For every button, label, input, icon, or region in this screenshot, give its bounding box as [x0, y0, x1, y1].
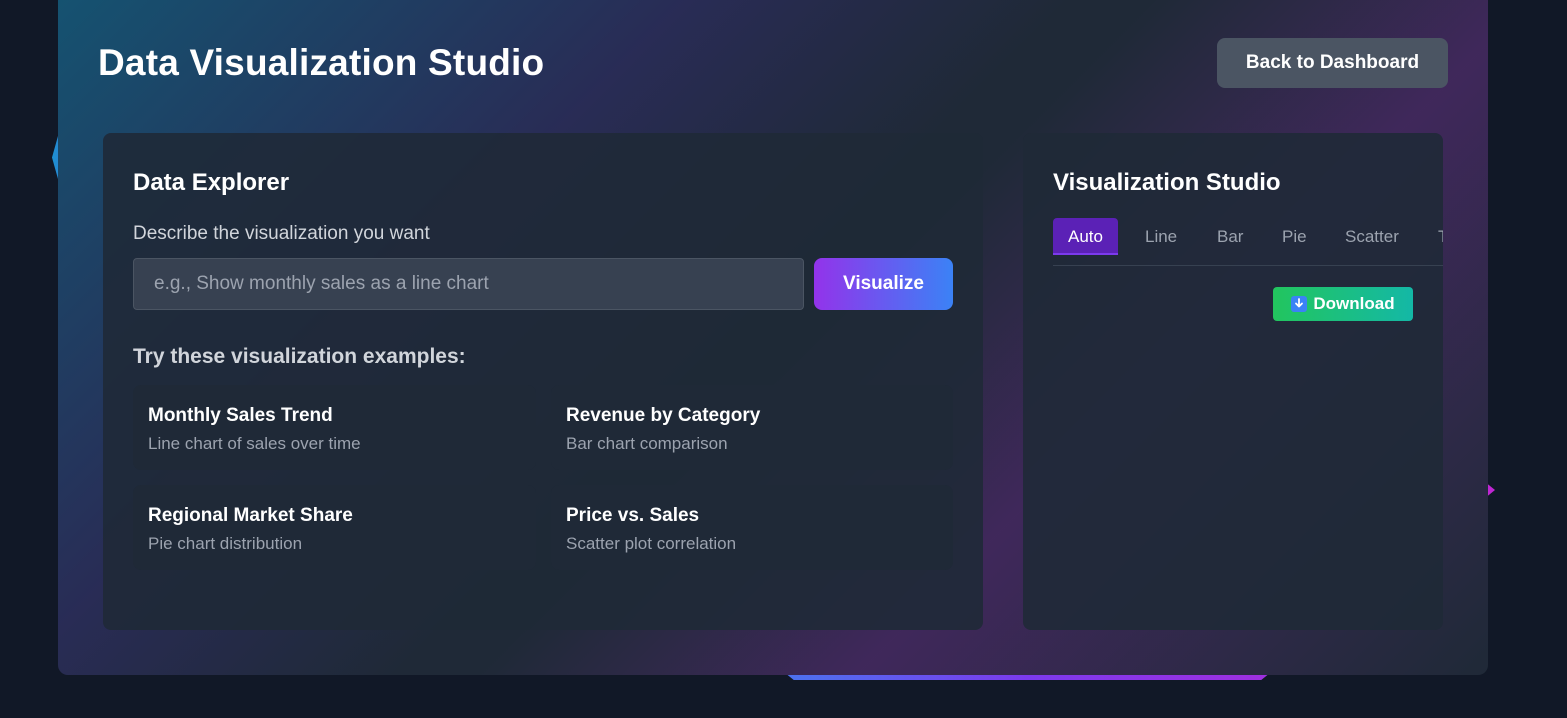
- prompt-label: Describe the visualization you want: [133, 223, 430, 244]
- example-title: Monthly Sales Trend: [148, 405, 333, 426]
- download-button[interactable]: Download: [1273, 287, 1413, 321]
- data-explorer-title: Data Explorer: [133, 169, 290, 196]
- example-description: Scatter plot correlation: [566, 534, 737, 553]
- example-title: Revenue by Category: [566, 405, 761, 426]
- example-description: Pie chart distribution: [148, 534, 303, 553]
- example-title: Regional Market Share: [148, 505, 353, 526]
- data-explorer-panel: Data Explorer Describe the visualization…: [103, 133, 983, 630]
- example-description: Bar chart comparison: [566, 434, 728, 453]
- chart-type-tabs: Auto Line Bar Pie Scatter Table: [1053, 218, 1443, 266]
- example-card-regional-market-share[interactable]: Regional Market Share Pie chart distribu…: [133, 485, 536, 570]
- visualization-studio-title: Visualization Studio: [1053, 169, 1281, 196]
- download-label: Download: [1313, 294, 1395, 313]
- tab-pie[interactable]: Pie: [1267, 218, 1322, 255]
- visualize-button[interactable]: Visualize: [814, 258, 953, 310]
- example-description: Line chart of sales over time: [148, 434, 361, 453]
- visualization-canvas: [1053, 333, 1413, 613]
- tab-bar[interactable]: Bar: [1202, 218, 1258, 255]
- example-card-monthly-sales-trend[interactable]: Monthly Sales Trend Line chart of sales …: [133, 385, 536, 470]
- app-window: Data Visualization Studio Back to Dashbo…: [58, 0, 1488, 675]
- download-arrow-icon: [1291, 296, 1308, 312]
- tab-table[interactable]: Table: [1423, 218, 1443, 255]
- page-title: Data Visualization Studio: [98, 42, 545, 83]
- visualization-studio-panel: Visualization Studio Auto Line Bar Pie S…: [1023, 133, 1443, 630]
- examples-heading: Try these visualization examples:: [133, 345, 466, 368]
- back-to-dashboard-button[interactable]: Back to Dashboard: [1217, 38, 1448, 88]
- example-card-revenue-by-category[interactable]: Revenue by Category Bar chart comparison: [551, 385, 953, 470]
- example-title: Price vs. Sales: [566, 505, 700, 526]
- tab-line[interactable]: Line: [1130, 218, 1192, 255]
- tab-auto[interactable]: Auto: [1053, 218, 1118, 255]
- tab-scatter[interactable]: Scatter: [1330, 218, 1414, 255]
- visualization-prompt-input[interactable]: [133, 258, 804, 310]
- example-card-price-vs-sales[interactable]: Price vs. Sales Scatter plot correlation: [551, 485, 953, 570]
